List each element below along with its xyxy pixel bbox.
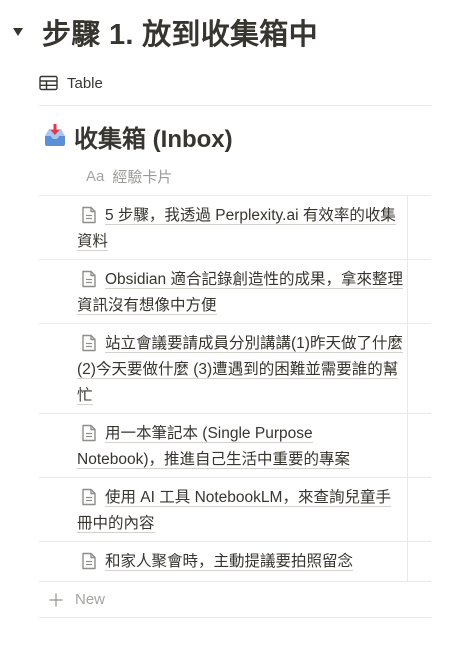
database-title-text: 收集箱 (Inbox) (74, 125, 233, 153)
column-divider (407, 414, 408, 477)
column-divider (407, 196, 408, 259)
table-row[interactable]: 5 步驟，我透過 Perplexity.ai 有效率的收集資料 (39, 196, 431, 260)
text-property-icon: Aa (86, 167, 105, 185)
table-row[interactable]: 站立會議要請成員分別講講(1)昨天做了什麼 (2)今天要做什麼 (3)遭遇到的困… (39, 324, 431, 414)
row-title[interactable]: 站立會議要請成員分別講講(1)昨天做了什麼 (2)今天要做什麼 (3)遭遇到的困… (77, 335, 403, 405)
add-new-row-button[interactable]: New (39, 582, 431, 618)
row-title[interactable]: 和家人聚會時，主動提議要拍照留念 (105, 553, 354, 571)
toggle-heading[interactable]: 步驟 1. 放到收集箱中 (8, 10, 318, 54)
column-divider (407, 542, 408, 581)
table-view-label: Table (67, 74, 103, 92)
toggle-triangle-icon[interactable] (8, 22, 28, 42)
table-view-tab[interactable]: Table (39, 68, 103, 98)
table-icon (39, 75, 58, 91)
column-header-label: 經驗卡片 (112, 168, 173, 186)
row-title[interactable]: Obsidian 適合記錄創造性的成果，拿來整理資訊沒有想像中方便 (77, 271, 403, 315)
inbox-tray-icon (42, 123, 68, 149)
row-title[interactable]: 用一本筆記本 (Single Purpose Notebook)，推進自己生活中… (77, 425, 351, 469)
table-row[interactable]: Obsidian 適合記錄創造性的成果，拿來整理資訊沒有想像中方便 (39, 260, 431, 324)
column-divider (407, 324, 408, 413)
column-header-name[interactable]: Aa 經驗卡片 (86, 163, 172, 189)
table-row[interactable]: 使用 AI 工具 NotebookLM，來查詢兒童手冊中的內容 (39, 478, 431, 542)
column-divider (407, 260, 408, 323)
table-body: 5 步驟，我透過 Perplexity.ai 有效率的收集資料 Obsidian… (39, 196, 431, 582)
page-title: 步驟 1. 放到收集箱中 (42, 19, 318, 51)
table-row[interactable]: 和家人聚會時，主動提議要拍照留念 (39, 542, 431, 582)
database-title[interactable]: 收集箱 (Inbox) (42, 116, 233, 156)
plus-icon (49, 593, 63, 607)
row-title[interactable]: 使用 AI 工具 NotebookLM，來查詢兒童手冊中的內容 (77, 489, 391, 533)
new-row-label: New (75, 591, 106, 608)
column-divider (407, 478, 408, 541)
table-row[interactable]: 用一本筆記本 (Single Purpose Notebook)，推進自己生活中… (39, 414, 431, 478)
row-title[interactable]: 5 步驟，我透過 Perplexity.ai 有效率的收集資料 (77, 207, 396, 251)
view-divider (39, 105, 431, 106)
